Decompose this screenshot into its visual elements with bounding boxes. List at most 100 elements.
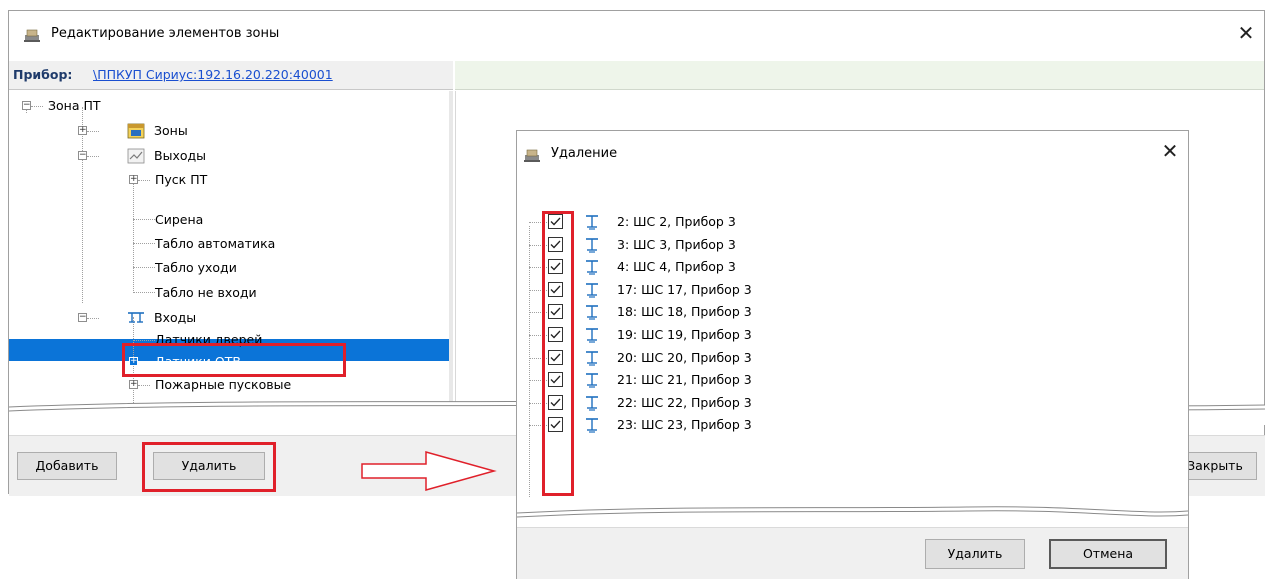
list-item[interactable]: 23: ШС 23, Прибор 3: [517, 414, 917, 437]
loop-icon: [584, 326, 600, 344]
checkbox[interactable]: [548, 214, 563, 229]
loop-icon: [584, 213, 600, 231]
inputs-icon: [128, 312, 144, 323]
checkmark-icon: [550, 285, 561, 294]
checkmark-icon: [550, 262, 561, 271]
tree-node-fire-start[interactable]: + Пожарные пусковые: [9, 374, 309, 396]
expand-icon[interactable]: +: [129, 175, 138, 184]
tree-node-root[interactable]: − Зона ПТ: [9, 95, 309, 117]
checkmark-icon: [550, 217, 561, 226]
tree-node-label: Выходы: [154, 148, 207, 163]
checkmark-icon: [550, 307, 561, 316]
tree-node-label: Зона ПТ: [48, 98, 101, 113]
checkmark-icon: [550, 240, 561, 249]
dialog-title: Удаление: [551, 146, 618, 161]
loop-icon: [584, 416, 600, 434]
app-icon: [524, 149, 540, 162]
list-item[interactable]: 20: ШС 20, Прибор 3: [517, 347, 917, 370]
checkmark-icon: [550, 398, 561, 407]
delete-button[interactable]: Удалить: [153, 452, 265, 480]
collapse-icon[interactable]: −: [22, 101, 31, 110]
expand-icon[interactable]: +: [129, 357, 138, 366]
list-item[interactable]: 4: ШС 4, Прибор 3: [517, 256, 917, 279]
list-item[interactable]: 21: ШС 21, Прибор 3: [517, 369, 917, 392]
window-title: Редактирование элементов зоны: [51, 26, 280, 41]
tree-node-label: Табло не входи: [155, 285, 257, 300]
calendar-icon: [127, 123, 145, 139]
tree-node-label: Датчики ОТВ: [155, 354, 241, 369]
device-bar: Прибор: \ППКУП Сириус:192.16.20.220:4000…: [9, 61, 453, 90]
tree-node-outputs[interactable]: − Выходы: [9, 145, 309, 167]
dialog-button-bar: Удалить Отмена: [517, 527, 1188, 579]
right-header-strip: [455, 61, 1264, 90]
list-item[interactable]: 22: ШС 22, Прибор 3: [517, 392, 917, 415]
tree-node-label: Табло автоматика: [155, 236, 276, 251]
delete-dialog: Удаление ✕ 2: ШС 2, Прибор 3 3: ШС 3, При…: [516, 130, 1189, 579]
dialog-cancel-button[interactable]: Отмена: [1049, 539, 1167, 569]
loop-icon: [584, 371, 600, 389]
checkbox[interactable]: [548, 372, 563, 388]
list-item-label: 3: ШС 3, Прибор 3: [617, 236, 736, 252]
checkbox[interactable]: [548, 281, 563, 297]
tree-node-board-leave[interactable]: Табло уходи: [9, 257, 309, 279]
tree-node-door-sensors[interactable]: Датчики дверей: [9, 329, 309, 351]
list-item-label: 22: ШС 22, Прибор 3: [617, 394, 752, 410]
tree-node-label: Зоны: [154, 123, 188, 138]
tree-node-zones[interactable]: + Зоны: [9, 120, 309, 142]
delete-list: 2: ШС 2, Прибор 3 3: ШС 3, Прибор 3 4: ШС …: [517, 205, 1188, 500]
tree-node-board-no-enter[interactable]: Табло не входи: [9, 282, 309, 304]
torn-edge: [517, 506, 1188, 518]
chart-icon: [127, 148, 145, 164]
list-item-label: 23: ШС 23, Прибор 3: [617, 417, 752, 433]
tree-node-label: Пуск ПТ: [155, 172, 208, 187]
list-item[interactable]: 3: ШС 3, Прибор 3: [517, 234, 917, 257]
tree-node-label: Сирена: [155, 212, 204, 227]
tree-node-label: Датчики дверей: [155, 332, 263, 347]
checkbox[interactable]: [548, 394, 563, 410]
list-item-label: 2: ШС 2, Прибор 3: [617, 214, 736, 229]
loop-icon: [584, 349, 600, 367]
add-button[interactable]: Добавить: [17, 452, 117, 480]
tree-node-inputs[interactable]: − Входы: [9, 307, 309, 329]
loop-icon: [584, 236, 600, 254]
list-item-label: 4: ШС 4, Прибор 3: [617, 259, 736, 275]
tree-node-label: Табло уходи: [155, 260, 237, 275]
dialog-delete-button[interactable]: Удалить: [925, 539, 1025, 569]
list-item[interactable]: 2: ШС 2, Прибор 3: [517, 211, 917, 234]
checkbox[interactable]: [548, 236, 563, 252]
device-link[interactable]: \ППКУП Сириус:192.16.20.220:40001: [93, 67, 333, 82]
close-icon[interactable]: ✕: [1234, 21, 1258, 45]
checkmark-icon: [550, 420, 561, 429]
collapse-icon[interactable]: −: [78, 151, 87, 160]
tree-scrollbar[interactable]: [449, 91, 453, 403]
zone-tree[interactable]: − Зона ПТ + Зоны − Выходы + Пуск ПТ Сире…: [9, 91, 453, 403]
list-item-label: 20: ШС 20, Прибор 3: [617, 349, 752, 365]
list-item-label: 17: ШС 17, Прибор 3: [617, 281, 752, 297]
expand-icon[interactable]: +: [78, 126, 87, 135]
device-label: Прибор:: [13, 67, 73, 82]
checkbox[interactable]: [548, 327, 563, 342]
checkmark-icon: [550, 330, 561, 339]
loop-icon: [584, 258, 600, 276]
loop-icon: [584, 281, 600, 299]
checkmark-icon: [550, 353, 561, 362]
tree-node-label: Входы: [154, 310, 197, 325]
app-icon: [24, 29, 40, 42]
list-item[interactable]: 19: ШС 19, Прибор 3: [517, 324, 917, 347]
checkbox[interactable]: [548, 259, 563, 275]
list-item[interactable]: 18: ШС 18, Прибор 3: [517, 301, 917, 324]
expand-icon[interactable]: +: [129, 380, 138, 389]
checkbox[interactable]: [548, 417, 563, 433]
tree-node-siren[interactable]: Сирена: [9, 209, 309, 231]
tree-node-board-auto[interactable]: Табло автоматика: [9, 233, 309, 255]
tree-node-start-pt[interactable]: + Пуск ПТ: [9, 169, 309, 191]
close-icon[interactable]: ✕: [1158, 139, 1182, 163]
tree-node-otv-sensors[interactable]: + Датчики ОТВ: [9, 351, 309, 373]
tree-node-label: Пожарные пусковые: [155, 377, 292, 392]
checkbox[interactable]: [548, 304, 563, 320]
list-item-label: 18: ШС 18, Прибор 3: [617, 304, 752, 320]
list-item[interactable]: 17: ШС 17, Прибор 3: [517, 279, 917, 302]
title-bar: Редактирование элементов зоны ✕: [9, 11, 1264, 59]
checkbox[interactable]: [548, 349, 563, 365]
collapse-icon[interactable]: −: [78, 313, 87, 322]
